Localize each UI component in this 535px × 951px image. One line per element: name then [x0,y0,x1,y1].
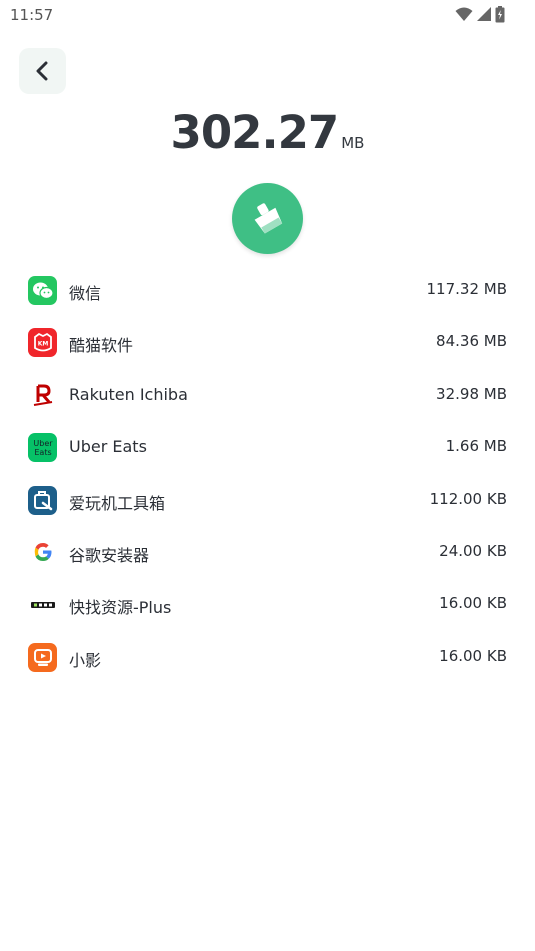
list-item[interactable]: 小影 16.00 KB [0,631,535,683]
app-size: 1.66 MB [445,437,507,456]
kuaizhao-icon [28,590,57,620]
back-button[interactable] [19,48,66,94]
xiaoying-icon [28,642,57,672]
kumao-icon: KM [28,328,57,358]
app-name: 酷猫软件 [69,336,134,356]
app-size: 112.00 KB [429,489,507,508]
app-size: 24.00 KB [439,541,507,560]
app-name: Uber Eats [69,437,147,457]
google-icon [28,537,57,567]
app-name: 快找资源-Plus [69,598,172,618]
app-name: 爱玩机工具箱 [69,493,166,513]
list-item[interactable]: Rakuten Ichiba 32.98 MB [0,369,535,421]
list-item[interactable]: 快找资源-Plus 16.00 KB [0,578,535,630]
app-name: 谷歌安装器 [69,545,150,565]
chevron-left-icon [36,61,47,81]
app-size: 117.32 MB [426,280,508,298]
app-size: 16.00 KB [439,646,507,665]
wifi-icon [455,7,473,21]
status-bar: 11:57 [0,0,535,30]
cell-signal-icon [477,7,491,21]
rakuten-icon [28,380,57,410]
svg-text:Uber: Uber [33,439,53,448]
app-size: 16.00 KB [439,594,507,613]
uber-eats-icon: Uber Eats [28,433,57,463]
app-size: 84.36 MB [436,332,507,351]
app-name: Rakuten Ichiba [69,384,188,404]
total-size: 302.27 MB [0,106,535,159]
list-item[interactable]: 谷歌安装器 24.00 KB [0,526,535,578]
list-item[interactable]: 爱玩机工具箱 112.00 KB [0,474,535,526]
total-size-unit: MB [341,134,365,152]
status-icons [455,5,505,23]
svg-text:KM: KM [37,340,48,347]
app-list: 微信 117.32 MB KM 酷猫软件 84.36 MB Rakuten Ic… [0,264,535,683]
svg-text:Eats: Eats [34,448,51,457]
app-size: 32.98 MB [436,384,507,403]
list-item[interactable]: Uber Eats Uber Eats 1.66 MB [0,421,535,473]
total-size-value: 302.27 [170,106,340,159]
battery-icon [495,5,505,22]
wechat-icon [28,276,57,305]
broom-icon [254,202,282,234]
clean-button[interactable] [232,183,303,254]
toolbox-icon [28,485,57,515]
list-item[interactable]: KM 酷猫软件 84.36 MB [0,316,535,368]
app-name: 微信 [69,284,102,303]
status-time: 11:57 [10,6,54,24]
list-item[interactable]: 微信 117.32 MB [0,264,535,316]
app-name: 小影 [69,650,102,670]
